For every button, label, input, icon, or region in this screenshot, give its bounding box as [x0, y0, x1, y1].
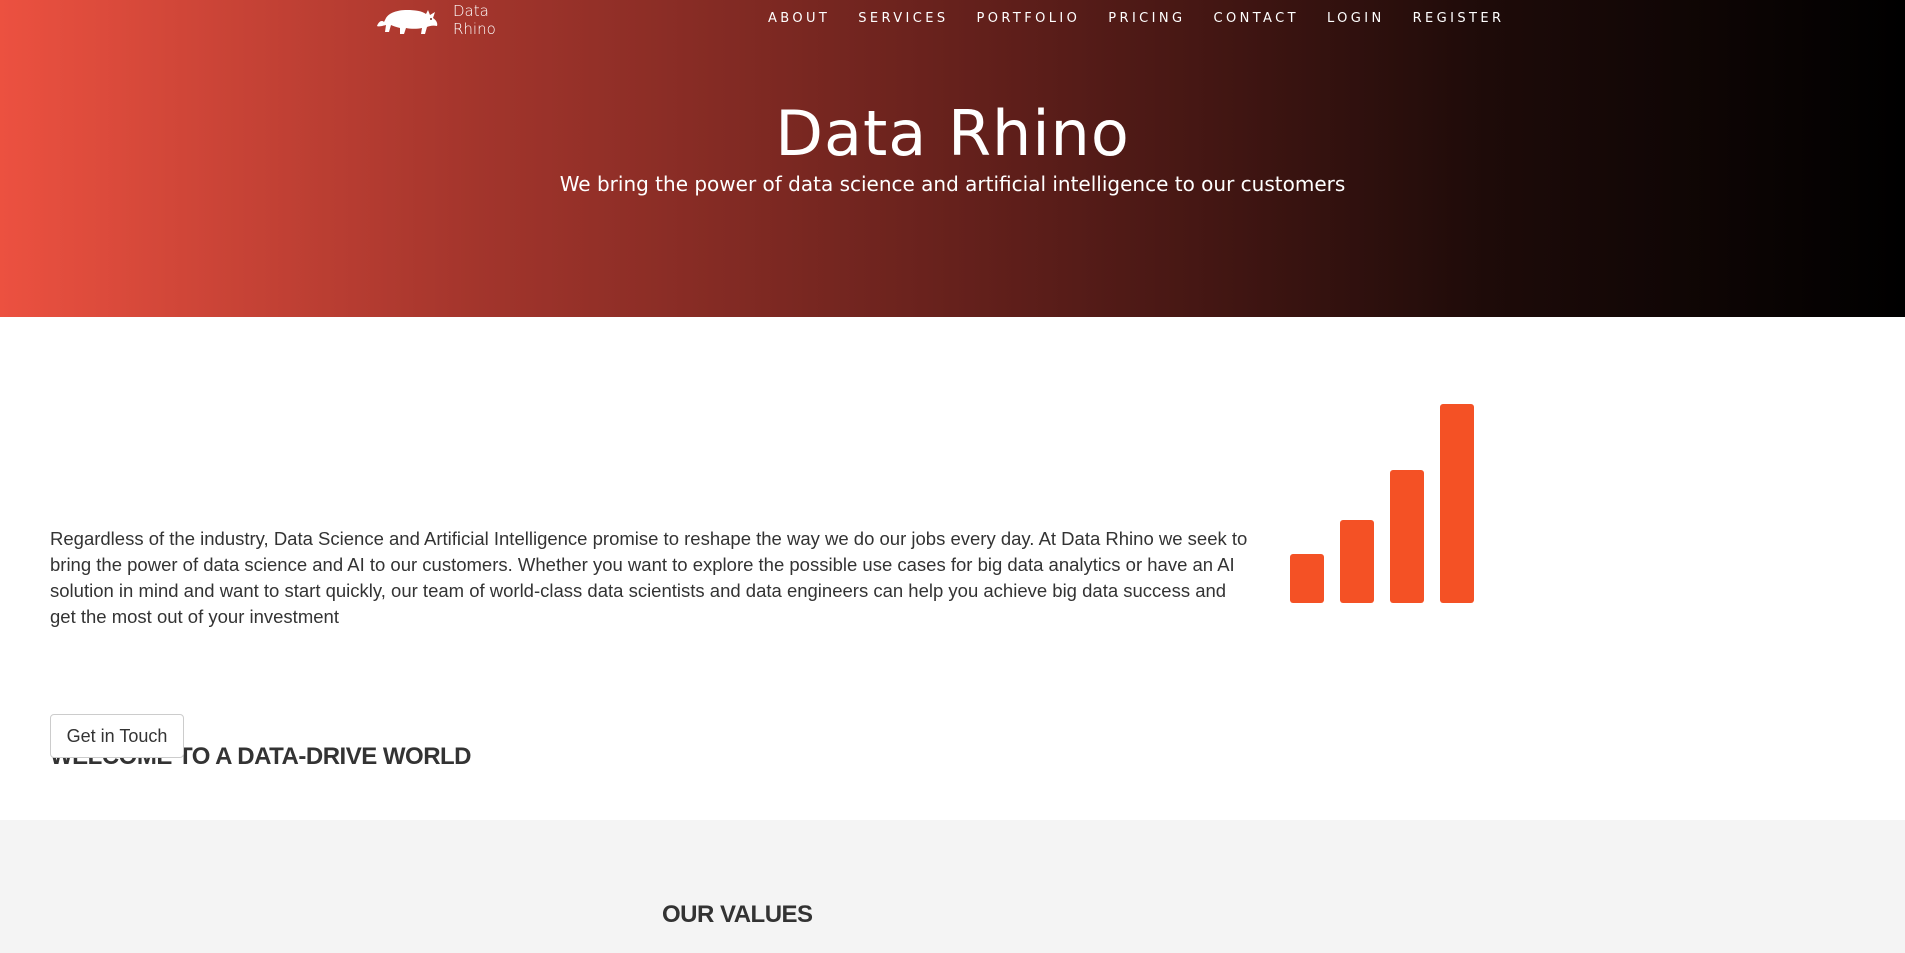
bar-4	[1440, 404, 1474, 603]
get-in-touch-button[interactable]: Get in Touch	[50, 714, 184, 758]
nav-contact[interactable]: CONTACT	[1213, 11, 1298, 27]
hero-title: Data Rhino	[775, 97, 1130, 170]
bar-2	[1340, 520, 1374, 603]
nav-pricing[interactable]: PRICING	[1108, 11, 1185, 27]
brand-line2: Rhino	[453, 20, 496, 38]
brand-logo[interactable]: Data Rhino	[375, 2, 496, 38]
hero-subtitle: We bring the power of data science and a…	[559, 172, 1346, 196]
welcome-section: WELCOME TO A DATA-DRIVE WORLD Regardless…	[0, 317, 1905, 820]
bar-3	[1390, 470, 1424, 603]
welcome-body: Regardless of the industry, Data Science…	[50, 528, 1248, 627]
bar-1	[1290, 554, 1324, 603]
values-heading: OUR VALUES	[662, 901, 813, 928]
bar-chart-icon	[1290, 404, 1474, 603]
brand-line1: Data	[453, 2, 489, 20]
values-section: OUR VALUES	[0, 820, 1905, 953]
main-nav: ABOUT SERVICES PORTFOLIO PRICING CONTACT…	[754, 11, 1518, 27]
nav-register[interactable]: REGISTER	[1413, 11, 1505, 27]
nav-about[interactable]: ABOUT	[768, 11, 830, 27]
brand-name: Data Rhino	[453, 2, 496, 38]
rhino-icon	[377, 10, 438, 34]
nav-portfolio[interactable]: PORTFOLIO	[977, 11, 1081, 27]
hero-banner: Data Rhino ABOUT SERVICES PORTFOLIO PRIC…	[0, 0, 1905, 317]
nav-services[interactable]: SERVICES	[858, 11, 948, 27]
nav-login[interactable]: LOGIN	[1327, 11, 1385, 27]
